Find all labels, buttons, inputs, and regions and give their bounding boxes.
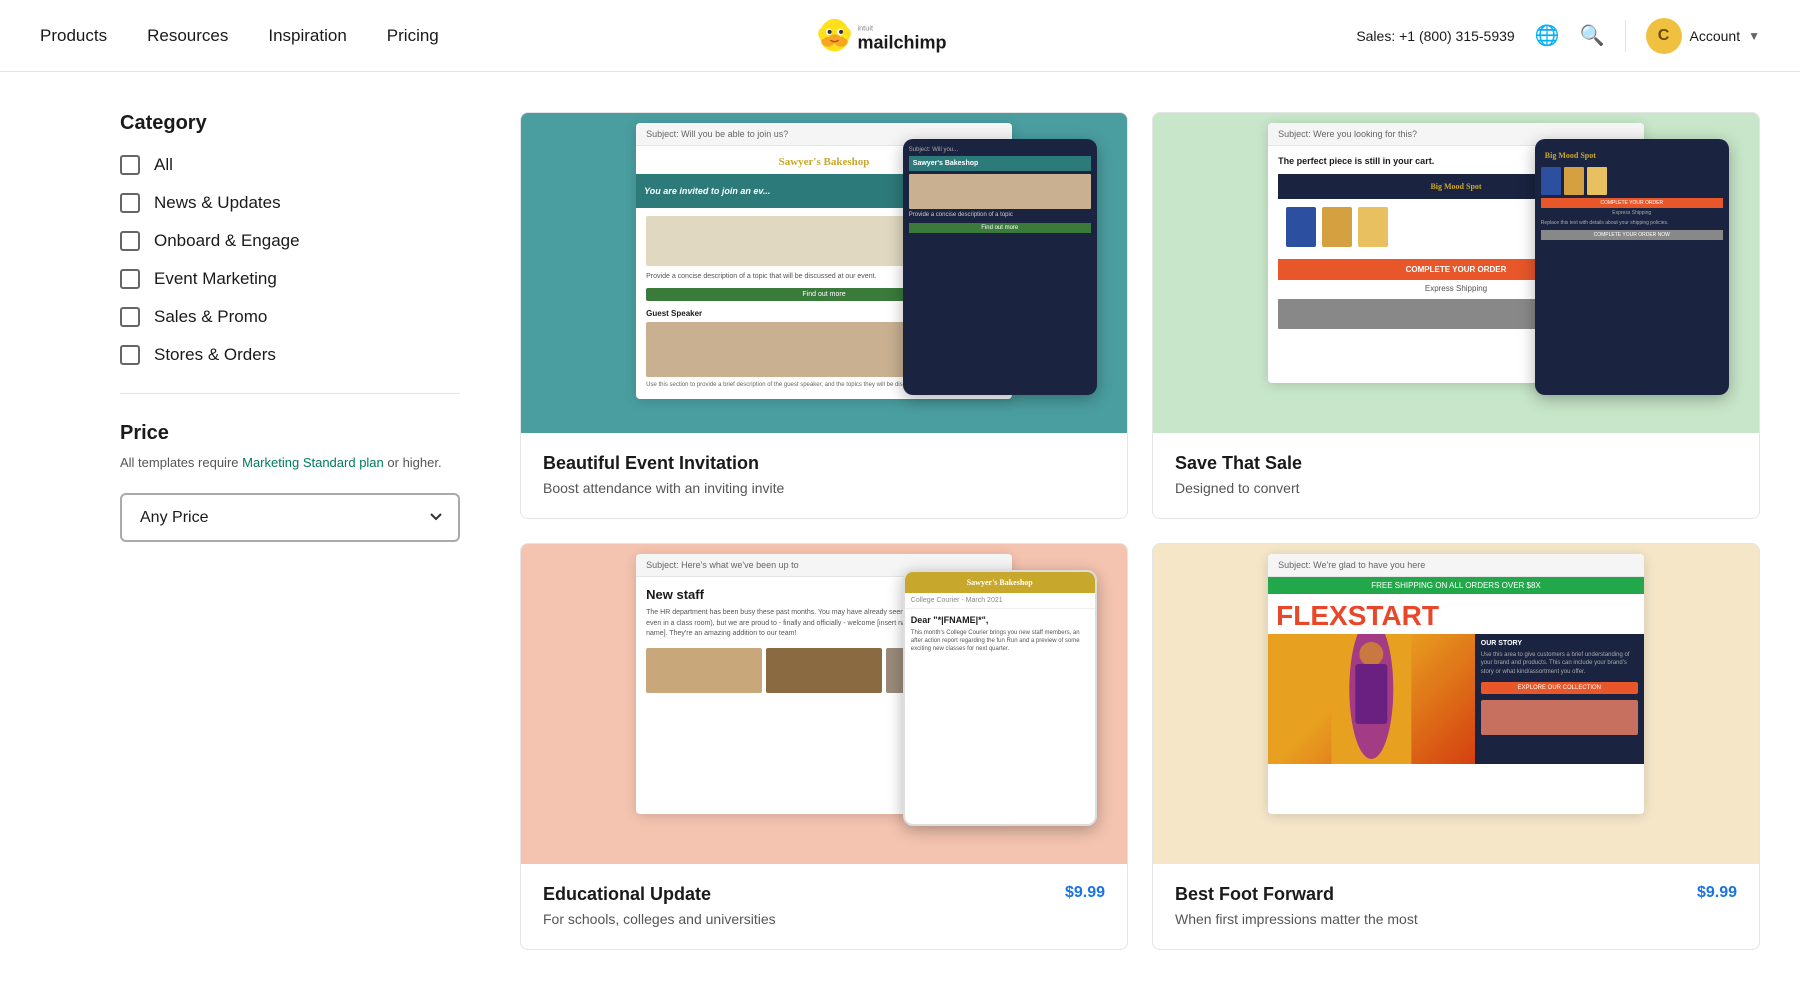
checkbox-event[interactable] [120,269,140,289]
svg-text:intuit: intuit [857,23,873,32]
card-image-save-that-sale: Subject: Were you looking for this? The … [1153,113,1759,433]
product-2 [1322,207,1352,247]
template-card-save-that-sale[interactable]: Subject: Were you looking for this? The … [1152,112,1760,519]
phone-overlay-bakeshop: Subject: Will you... Sawyer's Bakeshop P… [903,139,1097,395]
card-info-educational-update: Educational Update For schools, colleges… [521,864,1127,949]
card-subtitle-save-that-sale: Designed to convert [1175,480,1737,496]
filter-stores-label: Stores & Orders [154,345,276,365]
checkbox-sales[interactable] [120,307,140,327]
category-title: Category [120,112,460,135]
header-divider [1625,20,1626,52]
svg-text:mailchimp: mailchimp [857,32,946,52]
user-account-button[interactable]: C Account ▼ [1646,18,1760,54]
filter-news[interactable]: News & Updates [120,193,460,213]
checkbox-news[interactable] [120,193,140,213]
bestfoot-story-text: Use this area to give customers a brief … [1481,651,1638,676]
filter-event[interactable]: Event Marketing [120,269,460,289]
edu-img-1 [646,648,762,693]
card-image-best-foot-forward: Subject: We're glad to have you here FRE… [1153,544,1759,864]
filter-sales[interactable]: Sales & Promo [120,307,460,327]
card-title-save-that-sale: Save That Sale [1175,453,1737,474]
header-right: Sales: +1 (800) 315-5939 🌐 🔍 C Account ▼ [1356,18,1760,54]
bestfoot-model-image [1268,634,1475,764]
card-footer-bestfoot: Best Foot Forward When first impressions… [1175,884,1737,927]
product-3 [1358,207,1388,247]
flexstart-brand: FLEXSTART [1268,594,1644,634]
card-price-educational: $9.99 [1065,884,1105,902]
card-info-best-foot-forward: Best Foot Forward When first impressions… [1153,864,1759,949]
card-subtitle-beautiful-event: Boost attendance with an inviting invite [543,480,1105,496]
product-1 [1286,207,1316,247]
checkbox-onboard[interactable] [120,231,140,251]
nav-resources[interactable]: Resources [147,26,228,46]
price-dropdown[interactable]: Any Price Free $9.99 [120,493,460,542]
price-section: Price All templates require Marketing St… [120,422,460,542]
nav-inspiration[interactable]: Inspiration [268,26,346,46]
search-icon[interactable]: 🔍 [1580,23,1605,48]
card-image-educational-update: Subject: Here's what we've been up to Ne… [521,544,1127,864]
template-grid: Subject: Will you be able to join us? Sa… [520,112,1760,950]
sidebar-divider [120,393,460,394]
sidebar: Category All News & Updates Onboard & En… [120,112,460,950]
bestfoot-explore-btn: EXPLORE OUR COLLECTION [1481,682,1638,694]
card-subtitle-best-foot-forward: When first impressions matter the most [1175,911,1418,927]
card-title-educational-update: Educational Update [543,884,776,905]
card-image-beautiful-event: Subject: Will you be able to join us? Sa… [521,113,1127,433]
card-title-beautiful-event: Beautiful Event Invitation [543,453,1105,474]
mailchimp-logo-svg: intuit mailchimp [810,14,990,58]
card-footer-educational: Educational Update For schools, colleges… [543,884,1105,927]
filter-sales-label: Sales & Promo [154,307,267,327]
logo[interactable]: intuit mailchimp [810,14,990,58]
main-header: Products Resources Inspiration Pricing i… [0,0,1800,72]
card-title-best-foot-forward: Best Foot Forward [1175,884,1418,905]
filter-all-label: All [154,155,173,175]
filter-stores[interactable]: Stores & Orders [120,345,460,365]
filter-onboard-label: Onboard & Engage [154,231,300,251]
category-filter-list: All News & Updates Onboard & Engage Even… [120,155,460,365]
nav-pricing[interactable]: Pricing [387,26,439,46]
main-nav: Products Resources Inspiration Pricing [40,26,439,46]
filter-onboard[interactable]: Onboard & Engage [120,231,460,251]
phone-overlay-educational: Sawyer's Bakeshop College Courier - Marc… [903,570,1097,826]
globe-icon[interactable]: 🌐 [1535,23,1560,48]
edu-phone-brand: Sawyer's Bakeshop [905,572,1095,593]
template-card-educational-update[interactable]: Subject: Here's what we've been up to Ne… [520,543,1128,950]
template-card-beautiful-event[interactable]: Subject: Will you be able to join us? Sa… [520,112,1128,519]
main-content: Category All News & Updates Onboard & En… [0,72,1800,990]
template-grid-container: Subject: Will you be able to join us? Sa… [520,112,1760,950]
sales-number: Sales: +1 (800) 315-5939 [1356,28,1514,44]
marketing-plan-link[interactable]: Marketing Standard plan [242,455,384,470]
user-name-label: Account [1690,28,1741,44]
bestfoot-model-area: OUR STORY Use this area to give customer… [1268,634,1644,764]
avatar: C [1646,18,1682,54]
price-title: Price [120,422,460,445]
bestfoot-shipping-bar: FREE SHIPPING ON ALL ORDERS OVER $8X [1268,577,1644,594]
mock-email-bestfoot: Subject: We're glad to have you here FRE… [1268,554,1644,814]
card-subtitle-educational-update: For schools, colleges and universities [543,911,776,927]
edu-img-2 [766,648,882,693]
card-info-beautiful-event: Beautiful Event Invitation Boost attenda… [521,433,1127,518]
filter-event-label: Event Marketing [154,269,277,289]
checkbox-all[interactable] [120,155,140,175]
chevron-down-icon: ▼ [1748,29,1760,43]
template-card-best-foot-forward[interactable]: Subject: We're glad to have you here FRE… [1152,543,1760,950]
email-subject-bestfoot: Subject: We're glad to have you here [1268,554,1644,577]
filter-all[interactable]: All [120,155,460,175]
phone-overlay-savethat: Big Mood Spot COMPLETE YOUR ORDER Expres… [1535,139,1729,395]
nav-products[interactable]: Products [40,26,107,46]
bestfoot-side-panel: OUR STORY Use this area to give customer… [1475,634,1644,764]
checkbox-stores[interactable] [120,345,140,365]
card-price-bestfoot: $9.99 [1697,884,1737,902]
card-info-save-that-sale: Save That Sale Designed to convert [1153,433,1759,518]
edu-phone-dear: Dear "*|FNAME|*", [911,615,1089,625]
bestfoot-our-story-title: OUR STORY [1481,640,1638,647]
filter-news-label: News & Updates [154,193,281,213]
price-description: All templates require Marketing Standard… [120,453,460,473]
